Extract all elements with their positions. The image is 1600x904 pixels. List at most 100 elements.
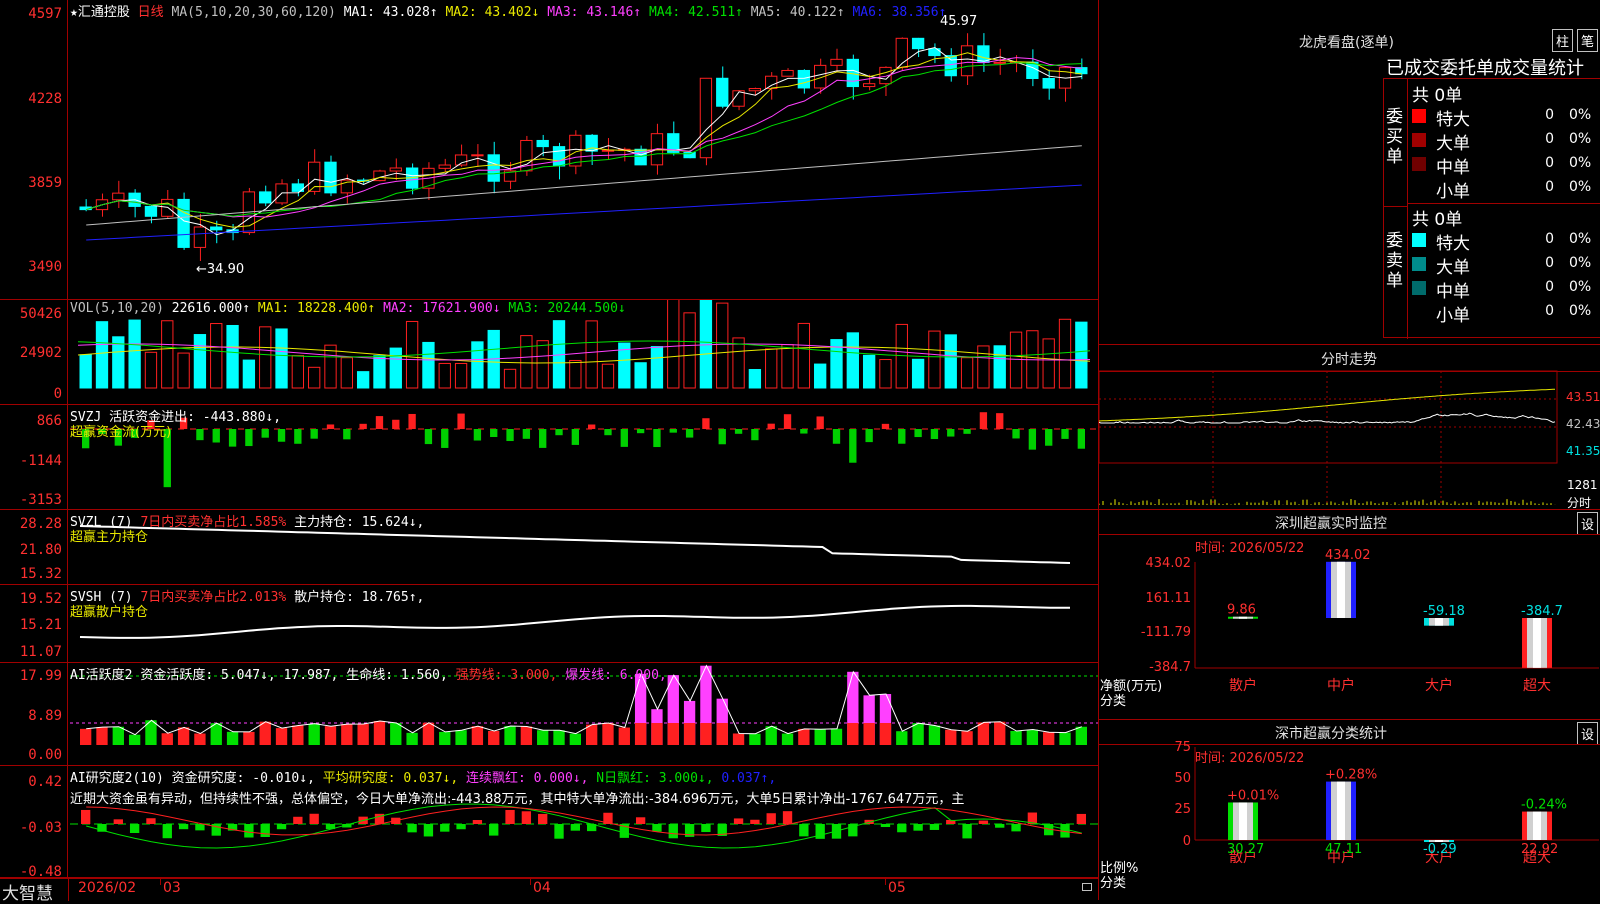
- kline-pane[interactable]: ★汇通控股 日线 MA(5,10,20,30,60,120) MA1: 43.0…: [0, 0, 1098, 300]
- row-count: 0: [1545, 179, 1554, 195]
- bar-mode-button[interactable]: 柱: [1552, 29, 1574, 52]
- research-bar: [570, 824, 580, 831]
- bar-label: 434.02: [1325, 548, 1371, 563]
- flow-bar: [1012, 429, 1020, 439]
- candle-body: [993, 61, 1006, 64]
- candle-body: [911, 37, 925, 50]
- ai-research-pane[interactable]: AI研究度2(10) 资金研究度: -0.010↓, 平均研究度: 0.037↓…: [0, 766, 1098, 880]
- candle-body: [797, 69, 811, 89]
- research-bar: [897, 824, 907, 833]
- row-pct: 0%: [1569, 155, 1592, 171]
- category-bar-highlight: [1533, 811, 1541, 840]
- flow-bar: [359, 423, 367, 429]
- candle-body: [830, 58, 843, 66]
- flow-bar: [881, 423, 890, 429]
- research-bar: [554, 824, 564, 839]
- research-bar: [81, 809, 91, 824]
- activity-base: [651, 723, 663, 745]
- category-bar-highlight: [1533, 618, 1541, 668]
- brand-logo: 大智慧: [2, 884, 53, 904]
- svzl-sub: 超赢主力持仓: [70, 530, 149, 545]
- vol-bar: [977, 345, 990, 389]
- activity-bar: [406, 732, 418, 745]
- y-tick: 8.89: [28, 708, 62, 724]
- intraday-panel[interactable]: 分时走势 43.51 42.43 41.35 1281 分时: [1098, 345, 1600, 510]
- row-label: 中单: [1436, 158, 1470, 178]
- activity-bar: [945, 729, 957, 745]
- flow-bar: [914, 429, 922, 438]
- activity-bar: [390, 722, 402, 745]
- ai1-c: 生命线: 1.560,: [346, 668, 448, 683]
- vol-bar: [1009, 331, 1023, 389]
- research-bar: [701, 824, 711, 833]
- research-bar: [440, 824, 450, 832]
- flow-bar: [947, 429, 955, 437]
- vol-pane[interactable]: VOL(5,10,20) 22616.000↑ MA1: 18228.400↑ …: [0, 300, 1098, 405]
- svsh-pane[interactable]: SVSH (7) 7日内买卖净占比2.013% 散户持仓: 18.765↑, 超…: [0, 585, 1098, 663]
- vol-bar: [291, 355, 305, 389]
- vol-bar: [471, 341, 484, 389]
- intraday-canvas[interactable]: [1099, 345, 1600, 510]
- ai-activity-pane[interactable]: AI活跃度2 资金活跃度: 5.047↓, 17.987, 生命线: 1.560…: [0, 663, 1098, 766]
- flow-bar: [473, 429, 482, 441]
- research-bar: [423, 824, 434, 837]
- vol-bar: [846, 332, 859, 389]
- research-bar: [962, 824, 972, 839]
- svzl-pane[interactable]: SVZL (7) 7日内买卖净占比1.585% 主力持仓: 15.624↓, 超…: [0, 510, 1098, 585]
- svsh-ratio: 7日内买卖净占比2.013%: [140, 590, 287, 605]
- tick-mode-button[interactable]: 笔: [1577, 29, 1599, 52]
- flow-bar: [685, 429, 694, 438]
- vol-bar: [944, 334, 957, 389]
- svzl-line: [79, 525, 1071, 564]
- row-label: 大单: [1436, 258, 1470, 278]
- activity-bar: [455, 730, 467, 745]
- candle-body: [161, 198, 174, 217]
- activity-bar: [226, 731, 239, 745]
- lock-icon[interactable]: [1082, 883, 1092, 891]
- flow-bar: [375, 416, 384, 429]
- candle-body: [193, 226, 207, 248]
- y-tick: 28.28: [19, 516, 62, 532]
- vol-bar: [226, 324, 239, 389]
- kline-canvas[interactable]: [0, 0, 1098, 300]
- research-bar: [815, 824, 825, 839]
- bar-label: +0.28%: [1325, 768, 1377, 783]
- activity-bar: [275, 728, 288, 745]
- research-bar: [929, 824, 940, 830]
- flow-bar: [1077, 429, 1085, 449]
- longhu-tabs[interactable]: 已成交委托单成交量统计: [1386, 54, 1584, 80]
- category-label: 大户: [1425, 677, 1453, 694]
- activity-base: [879, 723, 892, 745]
- flow-bar: [718, 429, 726, 445]
- y-tick: 11.07: [19, 644, 62, 660]
- longhu-panel: 龙虎看盘(逐单) 柱 笔 已成交委托单成交量统计 委买单 委卖单 共 0单 共 …: [1098, 0, 1600, 345]
- flow-bar: [963, 429, 971, 434]
- vol-bar: [569, 359, 582, 389]
- candle-body: [112, 192, 125, 201]
- activity-base: [667, 723, 679, 745]
- row-count: 0: [1545, 231, 1554, 247]
- vol-bar: [389, 347, 402, 389]
- research-bar: [505, 809, 515, 824]
- vol-bar: [193, 334, 207, 389]
- candle-body: [552, 146, 566, 167]
- flow-bar: [636, 429, 645, 434]
- vol-bar: [814, 363, 827, 389]
- vol-bar: [79, 354, 92, 389]
- candle-body: [487, 154, 500, 182]
- flow-bar: [783, 414, 792, 429]
- buy-color-0: [1412, 109, 1426, 123]
- activity-bar: [177, 727, 190, 745]
- svzj-pane[interactable]: SVZJ 活跃资金进出: -443.880↓, 超赢资金流(万元) 866 -1…: [0, 405, 1098, 510]
- flow-bar: [604, 429, 612, 436]
- ai-research-header: AI研究度2(10) 资金研究度: -0.010↓, 平均研究度: 0.037↓…: [70, 767, 776, 786]
- research-bar: [750, 819, 760, 824]
- flow-bar: [555, 429, 563, 436]
- flow-bar: [800, 429, 808, 434]
- activity-bar: [1026, 729, 1039, 745]
- candle-body: [862, 83, 876, 88]
- vol-bar: [454, 362, 468, 389]
- flow-bar: [653, 429, 661, 448]
- chart-tick: 75: [1174, 740, 1191, 755]
- flow-bar: [1061, 429, 1069, 439]
